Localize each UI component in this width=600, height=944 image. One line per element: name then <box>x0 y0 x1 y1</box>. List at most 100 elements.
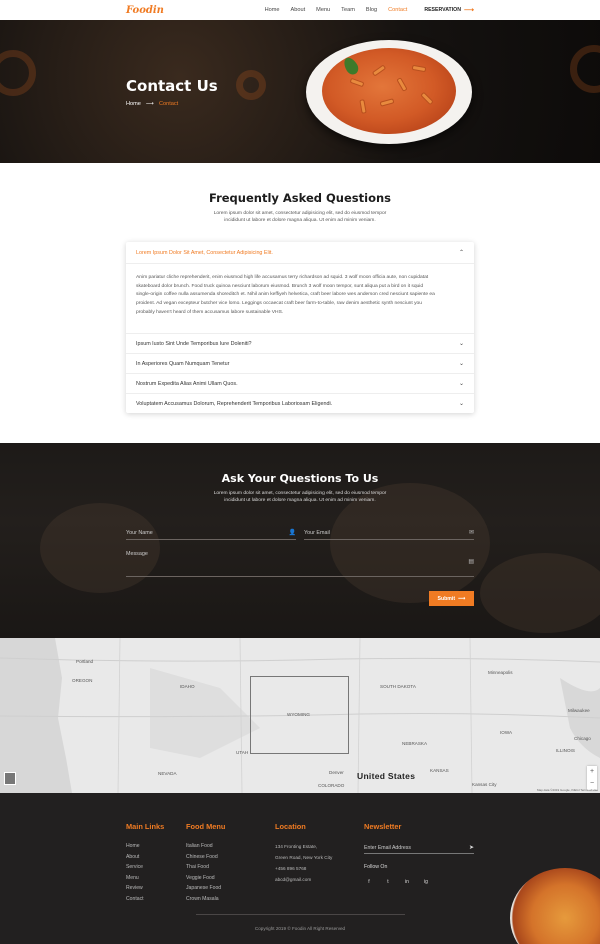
footer-link[interactable]: Thai Food <box>186 862 221 873</box>
pasta-image <box>322 48 456 134</box>
street-view-icon[interactable] <box>4 772 16 785</box>
message-field[interactable]: Message ▤ <box>126 551 474 577</box>
footer-address: 134 Fronting Estate, Green Road, New Yor… <box>275 841 332 885</box>
breadcrumb-home[interactable]: Home <box>126 101 141 107</box>
footer-link[interactable]: About <box>126 852 144 863</box>
nav-contact[interactable]: Contact <box>388 7 407 13</box>
faq-answer-line: skateboard dolor brunch. Food truck quin… <box>136 283 424 289</box>
chevron-up-icon: ⌃ <box>458 250 464 256</box>
map-label: Kansas City <box>472 782 497 787</box>
decor-ring <box>0 50 36 96</box>
faq-item[interactable]: Voluptatem Accusamus Dolorum, Reprehende… <box>126 393 474 413</box>
footer-link[interactable]: Crown Masala <box>186 894 221 905</box>
name-placeholder: Your Name <box>126 529 153 536</box>
contact-title: Ask Your Questions To Us <box>221 472 379 485</box>
faq-title: Frequently Asked Questions <box>208 191 392 205</box>
map-label: NEVADA <box>158 771 177 776</box>
email-address[interactable]: abcd@gmail.com <box>275 874 332 885</box>
footer-location-title: Location <box>275 822 306 831</box>
contact-form-section: Ask Your Questions To Us Lorem ipsum dol… <box>0 443 600 638</box>
faq-item-open[interactable]: Lorem Ipsum Dolor Sit Amet, Consectetur … <box>126 242 474 264</box>
reservation-label: RESERVATION <box>424 7 461 13</box>
follow-on-label: Follow On <box>364 864 388 870</box>
map-label: KANSAS <box>430 768 449 773</box>
map-label: Denver <box>329 770 344 775</box>
nav-about[interactable]: About <box>291 7 306 13</box>
arrow-right-icon: ⟶ <box>463 7 474 14</box>
footer: Main Links Home About Service Menu Revie… <box>0 793 600 944</box>
footer-link[interactable]: Service <box>126 862 144 873</box>
name-field[interactable]: Your Name 👤 <box>126 526 296 540</box>
map-label: WYOMING <box>287 712 310 717</box>
address-line: Green Road, New York City <box>275 855 333 860</box>
footer-link[interactable]: Menu <box>126 873 144 884</box>
map-label: ILLINOIS <box>556 748 575 753</box>
map-label: Portland <box>76 659 94 664</box>
message-placeholder: Message <box>126 551 148 557</box>
decor-ring <box>236 70 266 100</box>
map-label: COLORADO <box>318 783 345 788</box>
footer-link[interactable]: Home <box>126 841 144 852</box>
footer-link[interactable]: Japanese Food <box>186 883 221 894</box>
facebook-icon[interactable]: f <box>364 877 374 887</box>
footer-main-links: Home About Service Menu Review Contact <box>126 841 144 904</box>
footer-link[interactable]: Italian Food <box>186 841 221 852</box>
zoom-in-button[interactable]: + <box>587 766 597 778</box>
footer-newsletter-title: Newsletter <box>364 822 402 831</box>
chevron-down-icon: ⌄ <box>458 341 464 347</box>
linkedin-icon[interactable]: in <box>402 877 412 887</box>
footer-link[interactable]: Contact <box>126 894 144 905</box>
faq-answer: Anim pariatur cliche reprehenderit, enim… <box>136 274 466 318</box>
site-logo[interactable]: Foodin <box>126 5 164 16</box>
nav-menu[interactable]: Menu <box>316 7 330 13</box>
map-label: NEBRASKA <box>402 741 428 746</box>
faq-item[interactable]: Ipsum Iusto Sint Unde Temporibus Iure Do… <box>126 333 474 353</box>
email-field[interactable]: Your Email ✉ <box>304 526 474 540</box>
email-placeholder: Your Email <box>304 529 330 536</box>
breadcrumb-current: Contact <box>158 101 179 107</box>
background-decor <box>40 503 160 593</box>
chevron-down-icon: ⌄ <box>458 361 464 367</box>
faq-question: Nostrum Expedita Alias Animi Ullam Quos. <box>136 380 238 387</box>
footer-link[interactable]: Veggie Food <box>186 873 221 884</box>
twitter-icon[interactable]: t <box>383 877 393 887</box>
phone-number: +456 896 5768 <box>275 866 307 871</box>
faq-question: Voluptatem Accusamus Dolorum, Reprehende… <box>136 400 333 407</box>
map-label: IOWA <box>500 730 513 735</box>
nav-links: Home About Menu Team Blog Contact RESERV… <box>265 6 474 14</box>
map-label: Milwaukee <box>568 708 590 713</box>
newsletter-email-input[interactable]: Enter Email Address ➤ <box>364 842 474 854</box>
newsletter-placeholder: Enter Email Address <box>364 844 411 851</box>
submit-button[interactable]: Submit ⟶ <box>429 591 474 606</box>
background-decor <box>480 553 600 633</box>
faq-item[interactable]: In Asperiores Quam Numquam Tenetur ⌄ <box>126 353 474 373</box>
nav-team[interactable]: Team <box>341 7 355 13</box>
map-label: OREGON <box>72 678 93 683</box>
faq-subtitle-line2: incididunt ut labore et dolore magna ali… <box>224 218 376 223</box>
faq-accordion: Lorem Ipsum Dolor Sit Amet, Consectetur … <box>126 242 474 413</box>
faq-question: Lorem Ipsum Dolor Sit Amet, Consectetur … <box>136 249 273 256</box>
nav-home[interactable]: Home <box>265 7 280 13</box>
footer-link[interactable]: Chinese Food <box>186 852 221 863</box>
map-attribution[interactable]: Map data ©2019 Google, INEGI Terms of Us… <box>537 788 598 792</box>
reservation-button[interactable]: RESERVATION ⟶ <box>424 6 474 14</box>
address-line: 134 Fronting Estate, <box>275 844 318 849</box>
social-links: f t in ig <box>364 877 431 887</box>
top-navbar: Foodin Home About Menu Team Blog Contact… <box>0 0 600 20</box>
faq-answer-line: single-origin coffee nulla assumenda sho… <box>136 292 435 298</box>
hero-banner: Contact Us Home ⟶ Contact <box>0 20 600 163</box>
send-icon[interactable]: ➤ <box>469 844 474 851</box>
map-label: UTAH <box>236 750 249 755</box>
zoom-controls: + − <box>587 766 597 790</box>
nav-blog[interactable]: Blog <box>366 7 377 13</box>
footer-food-menu-title: Food Menu <box>186 822 226 831</box>
footer-link[interactable]: Review <box>126 883 144 894</box>
google-map[interactable]: Portland OREGON IDAHO WYOMING NEVADA UTA… <box>0 638 600 793</box>
instagram-icon[interactable]: ig <box>421 877 431 887</box>
faq-item[interactable]: Nostrum Expedita Alias Animi Ullam Quos.… <box>126 373 474 393</box>
faq-answer-line: probably haven't heard of them accusamus… <box>136 309 284 315</box>
chevron-down-icon: ⌄ <box>458 401 464 407</box>
faq-answer-line: proident. Ad vegan excepteur butcher vic… <box>136 301 422 307</box>
document-icon: ▤ <box>468 559 474 565</box>
map-label: SOUTH DAKOTA <box>380 684 416 689</box>
